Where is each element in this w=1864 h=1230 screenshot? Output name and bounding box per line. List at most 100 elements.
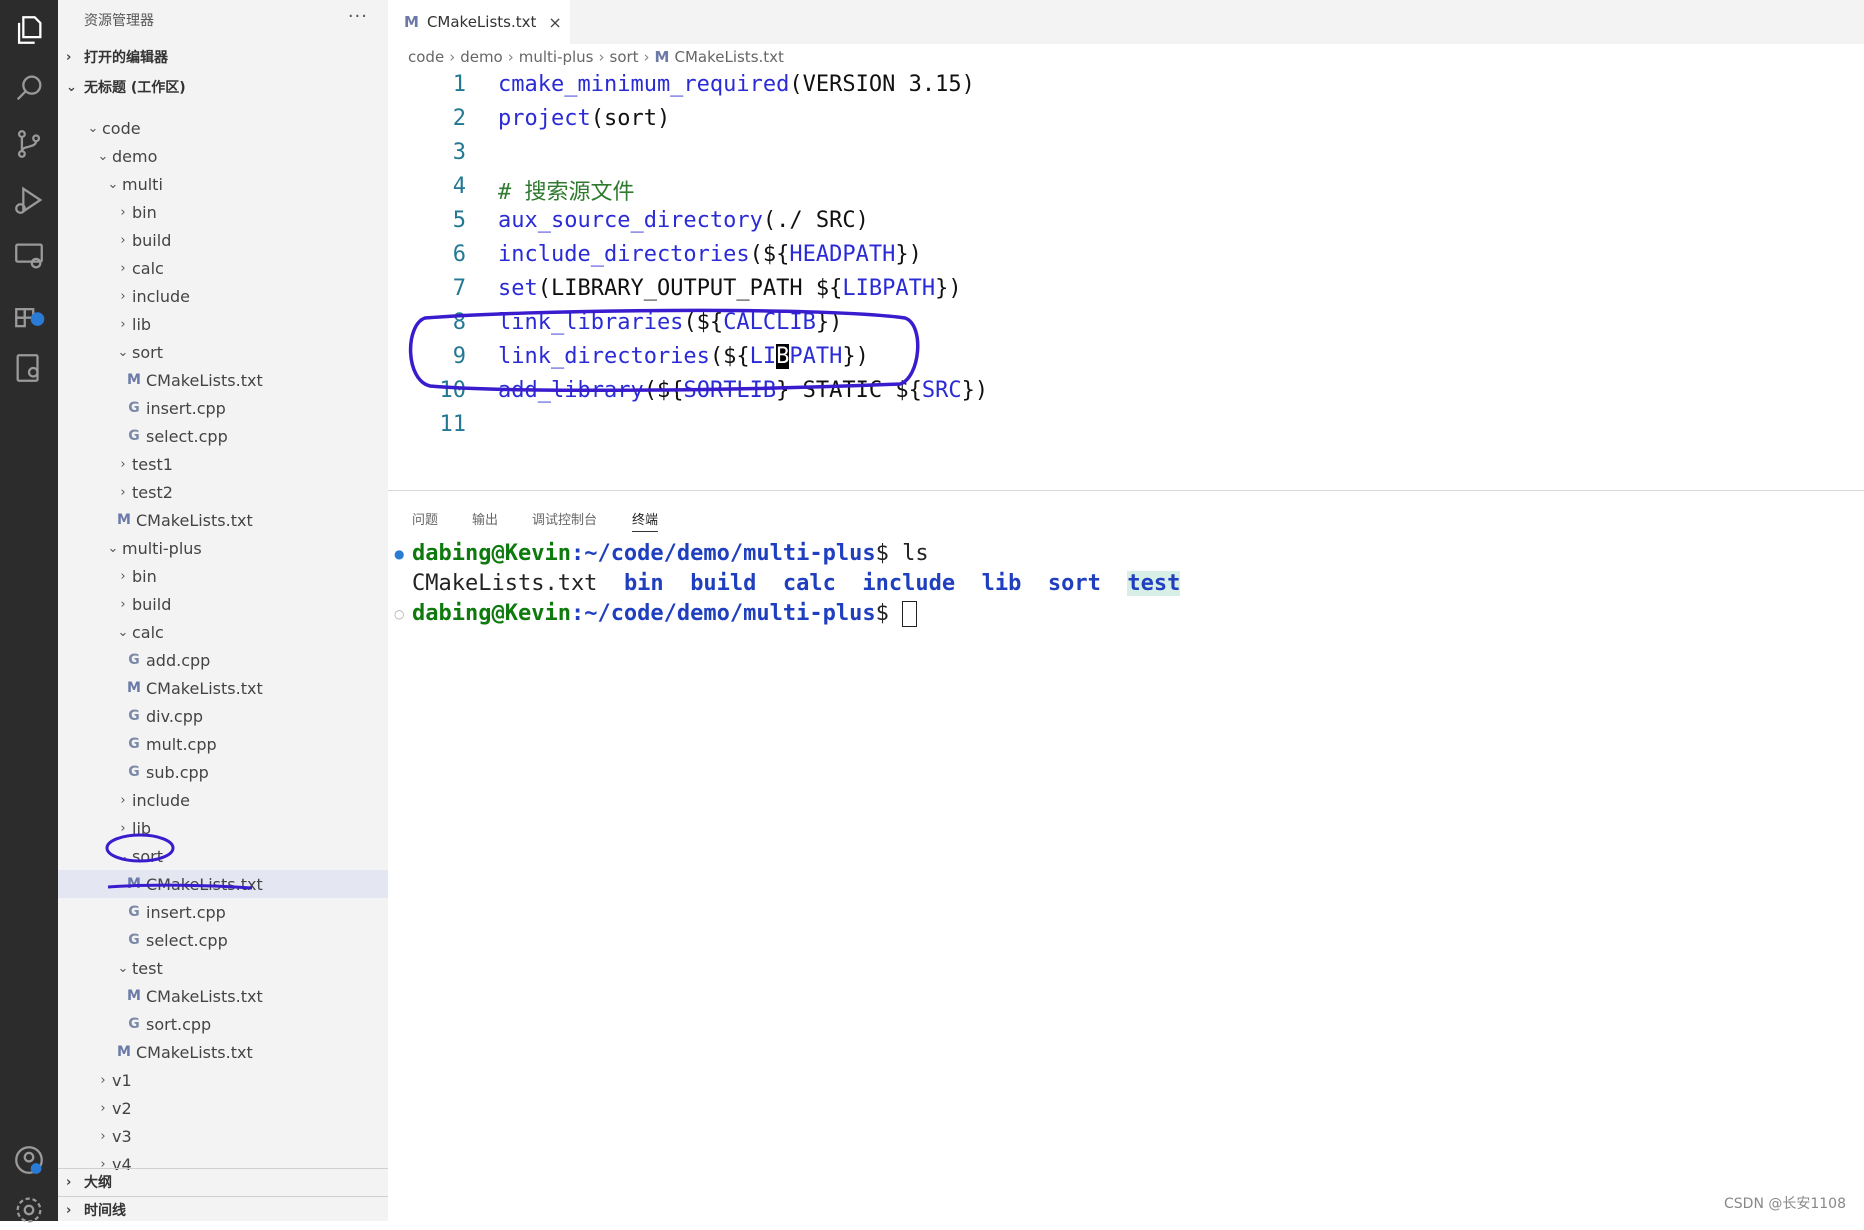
tab-debug-console[interactable]: 调试控制台 bbox=[532, 509, 597, 528]
cpp-file-icon: G bbox=[128, 400, 140, 416]
tree-file[interactable]: Ginsert.cpp bbox=[58, 394, 388, 422]
code-line[interactable]: 3 bbox=[388, 140, 1864, 174]
tree-file[interactable]: M CMakeLists.txt bbox=[58, 870, 388, 898]
tab-output[interactable]: 输出 bbox=[472, 509, 498, 528]
code-line[interactable]: 1 cmake_minimum_required(VERSION 3.15) bbox=[388, 72, 1864, 106]
breadcrumb-item[interactable]: demo bbox=[460, 48, 503, 66]
outline-section[interactable]: › 大纲 bbox=[58, 1168, 388, 1195]
chevron-right-icon: › bbox=[120, 792, 126, 808]
timeline-section[interactable]: › 时间线 bbox=[58, 1196, 388, 1221]
tree-folder[interactable]: › v3 bbox=[58, 1122, 388, 1150]
tree-folder[interactable]: › include bbox=[58, 786, 388, 814]
explorer-icon[interactable] bbox=[9, 10, 49, 50]
terminal-ls-output: CMakeLists.txt bin build calc include li… bbox=[412, 571, 1181, 596]
breadcrumb-item[interactable]: sort bbox=[610, 48, 639, 66]
cmake-file-icon: M bbox=[127, 680, 141, 696]
cpp-file-icon: G bbox=[128, 932, 140, 948]
workspace-section[interactable]: ⌄ 无标题 (工作区) bbox=[58, 74, 388, 100]
line-content: link_directories(${LIBPATH}) bbox=[498, 344, 869, 369]
tree-folder[interactable]: › bin bbox=[58, 562, 388, 590]
breadcrumb-file[interactable]: CMakeLists.txt bbox=[674, 48, 783, 66]
tree-file[interactable]: Ginsert.cpp bbox=[58, 898, 388, 926]
tree-folder[interactable]: ⌄ multi-plus bbox=[58, 534, 388, 562]
tree-item-label: sort.cpp bbox=[146, 1014, 212, 1034]
cmake-file-icon: M bbox=[117, 1044, 131, 1060]
tree-file[interactable]: Gsort.cpp bbox=[58, 1010, 388, 1038]
cmake-file-icon: M bbox=[127, 988, 141, 1004]
chevron-right-icon: › bbox=[120, 456, 126, 472]
tree-folder[interactable]: ⌄ calc bbox=[58, 618, 388, 646]
tree-folder[interactable]: ⌄ sort bbox=[58, 842, 388, 870]
tree-folder[interactable]: › test2 bbox=[58, 478, 388, 506]
search-icon[interactable] bbox=[9, 68, 49, 108]
tree-folder[interactable]: › calc bbox=[58, 254, 388, 282]
tree-file[interactable]: M CMakeLists.txt bbox=[58, 1038, 388, 1066]
tree-file[interactable]: M CMakeLists.txt bbox=[58, 506, 388, 534]
tree-file[interactable]: M CMakeLists.txt bbox=[58, 366, 388, 394]
tree-folder[interactable]: › build bbox=[58, 226, 388, 254]
tree-folder[interactable]: ⌄ test bbox=[58, 954, 388, 982]
more-actions-button[interactable]: ··· bbox=[348, 6, 368, 27]
tab-problems[interactable]: 问题 bbox=[412, 509, 438, 528]
tree-file[interactable]: Gdiv.cpp bbox=[58, 702, 388, 730]
code-line[interactable]: 11 bbox=[388, 412, 1864, 446]
chevron-right-icon: › bbox=[643, 48, 650, 66]
tree-folder[interactable]: ⌄ sort bbox=[58, 338, 388, 366]
tree-folder[interactable]: ⌄ multi bbox=[58, 170, 388, 198]
editor-tab-bar: M CMakeLists.txt × bbox=[388, 0, 1864, 44]
code-line[interactable]: 8 link_libraries(${CALCLIB}) bbox=[388, 310, 1864, 344]
tree-file[interactable]: M CMakeLists.txt bbox=[58, 982, 388, 1010]
remote-tools-icon[interactable] bbox=[9, 348, 49, 388]
open-editors-section[interactable]: › 打开的编辑器 bbox=[58, 44, 388, 70]
tree-folder[interactable]: › test1 bbox=[58, 450, 388, 478]
tree-file[interactable]: Gselect.cpp bbox=[58, 422, 388, 450]
source-control-icon[interactable] bbox=[9, 124, 49, 164]
tree-file[interactable]: Gmult.cpp bbox=[58, 730, 388, 758]
tree-folder[interactable]: › lib bbox=[58, 814, 388, 842]
tree-item-label: insert.cpp bbox=[146, 398, 226, 418]
remote-explorer-icon[interactable] bbox=[9, 236, 49, 276]
tree-folder[interactable]: › build bbox=[58, 590, 388, 618]
tree-file[interactable]: M CMakeLists.txt bbox=[58, 674, 388, 702]
line-content: include_directories(${HEADPATH}) bbox=[498, 242, 922, 267]
run-debug-icon[interactable] bbox=[9, 180, 49, 220]
code-line[interactable]: 6 include_directories(${HEADPATH}) bbox=[388, 242, 1864, 276]
watermark: CSDN @长安1108 bbox=[1724, 1196, 1846, 1212]
code-line[interactable]: 2 project(sort) bbox=[388, 106, 1864, 140]
account-icon[interactable] bbox=[9, 1140, 49, 1180]
tree-item-label: calc bbox=[132, 622, 164, 642]
tree-folder[interactable]: › include bbox=[58, 282, 388, 310]
code-line[interactable]: 7 set(LIBRARY_OUTPUT_PATH ${LIBPATH}) bbox=[388, 276, 1864, 310]
tab-cmakelists[interactable]: M CMakeLists.txt × bbox=[388, 0, 570, 44]
tree-folder[interactable]: ⌄ code bbox=[58, 114, 388, 142]
tree-file[interactable]: Gsub.cpp bbox=[58, 758, 388, 786]
tree-folder[interactable]: › v2 bbox=[58, 1094, 388, 1122]
tab-terminal[interactable]: 终端 bbox=[632, 509, 659, 532]
tree-item-label: CMakeLists.txt bbox=[146, 370, 263, 390]
code-line[interactable]: 9 link_directories(${LIBPATH}) bbox=[388, 344, 1864, 378]
close-icon[interactable]: × bbox=[548, 13, 561, 32]
tree-item-label: sub.cpp bbox=[146, 762, 209, 782]
tree-file[interactable]: Gadd.cpp bbox=[58, 646, 388, 674]
tree-item-label: insert.cpp bbox=[146, 902, 226, 922]
code-line[interactable]: 4 # 搜索源文件 bbox=[388, 174, 1864, 208]
extensions-icon[interactable] bbox=[9, 292, 49, 332]
settings-gear-icon[interactable] bbox=[9, 1190, 49, 1230]
chevron-right-icon: › bbox=[100, 1100, 106, 1116]
tree-folder[interactable]: › v1 bbox=[58, 1066, 388, 1094]
tree-item-label: bin bbox=[132, 202, 157, 222]
chevron-right-icon: › bbox=[120, 316, 126, 332]
chevron-right-icon: › bbox=[120, 596, 126, 612]
tree-file[interactable]: Gselect.cpp bbox=[58, 926, 388, 954]
breadcrumb-item[interactable]: code bbox=[408, 48, 444, 66]
breadcrumb-item[interactable]: multi-plus bbox=[519, 48, 594, 66]
line-number: 4 bbox=[452, 174, 466, 199]
tree-folder[interactable]: › bin bbox=[58, 198, 388, 226]
tree-item-label: test1 bbox=[132, 454, 173, 474]
code-line[interactable]: 10 add_library(${SORTLIB} STATIC ${SRC}) bbox=[388, 378, 1864, 412]
cpp-file-icon: G bbox=[128, 904, 140, 920]
chevron-right-icon: › bbox=[120, 820, 126, 836]
tree-folder[interactable]: ⌄ demo bbox=[58, 142, 388, 170]
code-line[interactable]: 5 aux_source_directory(./ SRC) bbox=[388, 208, 1864, 242]
tree-folder[interactable]: › lib bbox=[58, 310, 388, 338]
